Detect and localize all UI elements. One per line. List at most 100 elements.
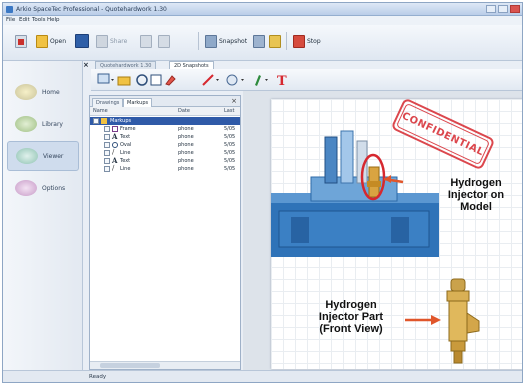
sidebar-item-label: Options <box>42 184 66 192</box>
row-last: 5/05 <box>224 158 236 164</box>
line-tool-button[interactable] <box>201 72 221 88</box>
square-tool-button[interactable] <box>149 72 163 88</box>
row-last: 5/05 <box>224 134 236 140</box>
color-tool-button[interactable] <box>251 72 271 88</box>
eraser-tool-button[interactable] <box>163 72 177 88</box>
sidebar-item-home[interactable]: Home <box>7 77 79 107</box>
camera-icon <box>253 34 265 48</box>
row-date: phone <box>178 166 194 172</box>
visibility-checkbox[interactable] <box>104 166 110 172</box>
column-date[interactable]: Date <box>178 108 190 114</box>
callout-part[interactable]: Hydrogen Injector Part (Front View) <box>301 299 401 335</box>
callout-line: Hydrogen <box>325 299 377 311</box>
scrollbar-thumb[interactable] <box>100 363 160 368</box>
line-icon: ∕ <box>112 148 115 156</box>
row-date: phone <box>178 134 194 140</box>
open-label: Open <box>50 37 67 45</box>
shape-tool-button[interactable] <box>225 72 247 88</box>
menu-bar: File Edit Tools Help <box>3 16 522 25</box>
share-button[interactable]: Share <box>96 31 127 51</box>
tab-2d-snapshots[interactable]: 2D Snapshots <box>169 61 214 69</box>
sidebar-item-viewer[interactable]: Viewer <box>7 141 79 171</box>
markups-panel: Drawings Markups × Name Date Last Markup… <box>89 95 241 370</box>
sidebar-item-label: Library <box>42 120 63 128</box>
tree-row[interactable]: Markups <box>90 117 240 125</box>
tab-drawings[interactable]: Drawings <box>92 98 124 107</box>
pdf-button[interactable] <box>15 31 27 51</box>
row-name: Markups <box>110 118 132 124</box>
visibility-checkbox[interactable] <box>93 118 99 124</box>
options-icon <box>15 180 37 196</box>
home-icon <box>15 84 37 100</box>
row-name: Text <box>120 158 131 164</box>
pdf-icon <box>15 34 27 48</box>
callout-line: Model <box>460 201 492 213</box>
maximize-button[interactable] <box>498 5 508 13</box>
viewer-icon <box>16 148 38 164</box>
minimize-button[interactable] <box>486 5 496 13</box>
visibility-checkbox[interactable] <box>104 150 110 156</box>
injector-part-image <box>446 278 480 364</box>
visibility-checkbox[interactable] <box>104 158 110 164</box>
callout-line: Injector on <box>447 189 505 201</box>
visibility-checkbox[interactable] <box>104 126 110 132</box>
print-button[interactable] <box>140 31 170 51</box>
snapshot-button[interactable]: Snapshot <box>205 31 247 51</box>
menu-help[interactable]: Help <box>47 17 60 23</box>
line-tool-icon <box>202 74 219 86</box>
print-icon <box>140 34 152 48</box>
save-button[interactable] <box>75 31 89 51</box>
open-folder-icon <box>36 34 48 48</box>
text-icon: A <box>112 132 118 141</box>
panel-close-icon[interactable]: × <box>231 97 237 105</box>
snapshot-options-button[interactable] <box>253 31 281 51</box>
tab-quotehardwork[interactable]: Quotehardwork 1.30 <box>95 61 157 69</box>
visibility-checkbox[interactable] <box>104 142 110 148</box>
callout-line: (Front View) <box>319 323 383 335</box>
view-mode-button[interactable] <box>97 72 115 88</box>
text-tool-button[interactable]: T <box>275 72 289 88</box>
circle-tool-button[interactable] <box>135 72 149 88</box>
sidebar-item-options[interactable]: Options <box>7 173 79 203</box>
menu-file[interactable]: File <box>6 17 15 23</box>
markup-toolbar: T <box>91 69 522 91</box>
window-title: Arkio SpaceTec Professional - Quotehardw… <box>16 6 167 13</box>
library-icon <box>15 116 37 132</box>
callout-line: Injector Part <box>318 311 384 323</box>
sidebar-item-label: Viewer <box>43 152 64 160</box>
row-last: 5/05 <box>224 126 236 132</box>
drawing-canvas[interactable]: CONFIDENTIAL Hydrogen Injector on Model … <box>243 91 522 372</box>
pen-color-icon <box>255 75 268 86</box>
sidebar-item-label: Home <box>42 88 60 96</box>
horizontal-scrollbar[interactable] <box>90 361 240 369</box>
row-name: Text <box>120 134 131 140</box>
snapshot-icon <box>205 34 217 48</box>
toolbar-separator <box>286 32 287 50</box>
tab-markups[interactable]: Markups <box>123 98 153 107</box>
column-last[interactable]: Last <box>224 108 234 114</box>
sidebar-item-library[interactable]: Library <box>7 109 79 139</box>
row-name: Oval <box>120 142 132 148</box>
snapshot-page[interactable]: CONFIDENTIAL Hydrogen Injector on Model … <box>271 97 522 369</box>
column-name[interactable]: Name <box>93 108 108 114</box>
menu-tools[interactable]: Tools <box>32 17 46 23</box>
close-tab-icon[interactable]: × <box>83 61 89 69</box>
column-header: Name Date Last <box>90 107 240 116</box>
callout-model[interactable]: Hydrogen Injector on Model <box>431 177 521 213</box>
visibility-checkbox[interactable] <box>104 134 110 140</box>
title-bar: Arkio SpaceTec Professional - Quotehardw… <box>3 3 522 16</box>
stop-button[interactable]: Stop <box>293 31 321 51</box>
row-name: Frame <box>120 126 136 132</box>
stop-label: Stop <box>307 37 321 45</box>
open-button[interactable]: Open <box>36 31 66 51</box>
gallery-icon <box>269 34 281 48</box>
open-markup-button[interactable] <box>117 72 131 88</box>
tree-row[interactable]: A Text phone 5/05 <box>90 132 240 141</box>
model-image <box>271 130 439 257</box>
status-bar: Ready <box>3 370 522 382</box>
panel-tabs: Drawings Markups × <box>90 96 240 107</box>
row-date: phone <box>178 126 194 132</box>
tree-row[interactable]: ∕ Line phone 5/05 <box>90 164 240 173</box>
close-button[interactable] <box>510 5 520 13</box>
menu-edit[interactable]: Edit <box>19 17 30 23</box>
